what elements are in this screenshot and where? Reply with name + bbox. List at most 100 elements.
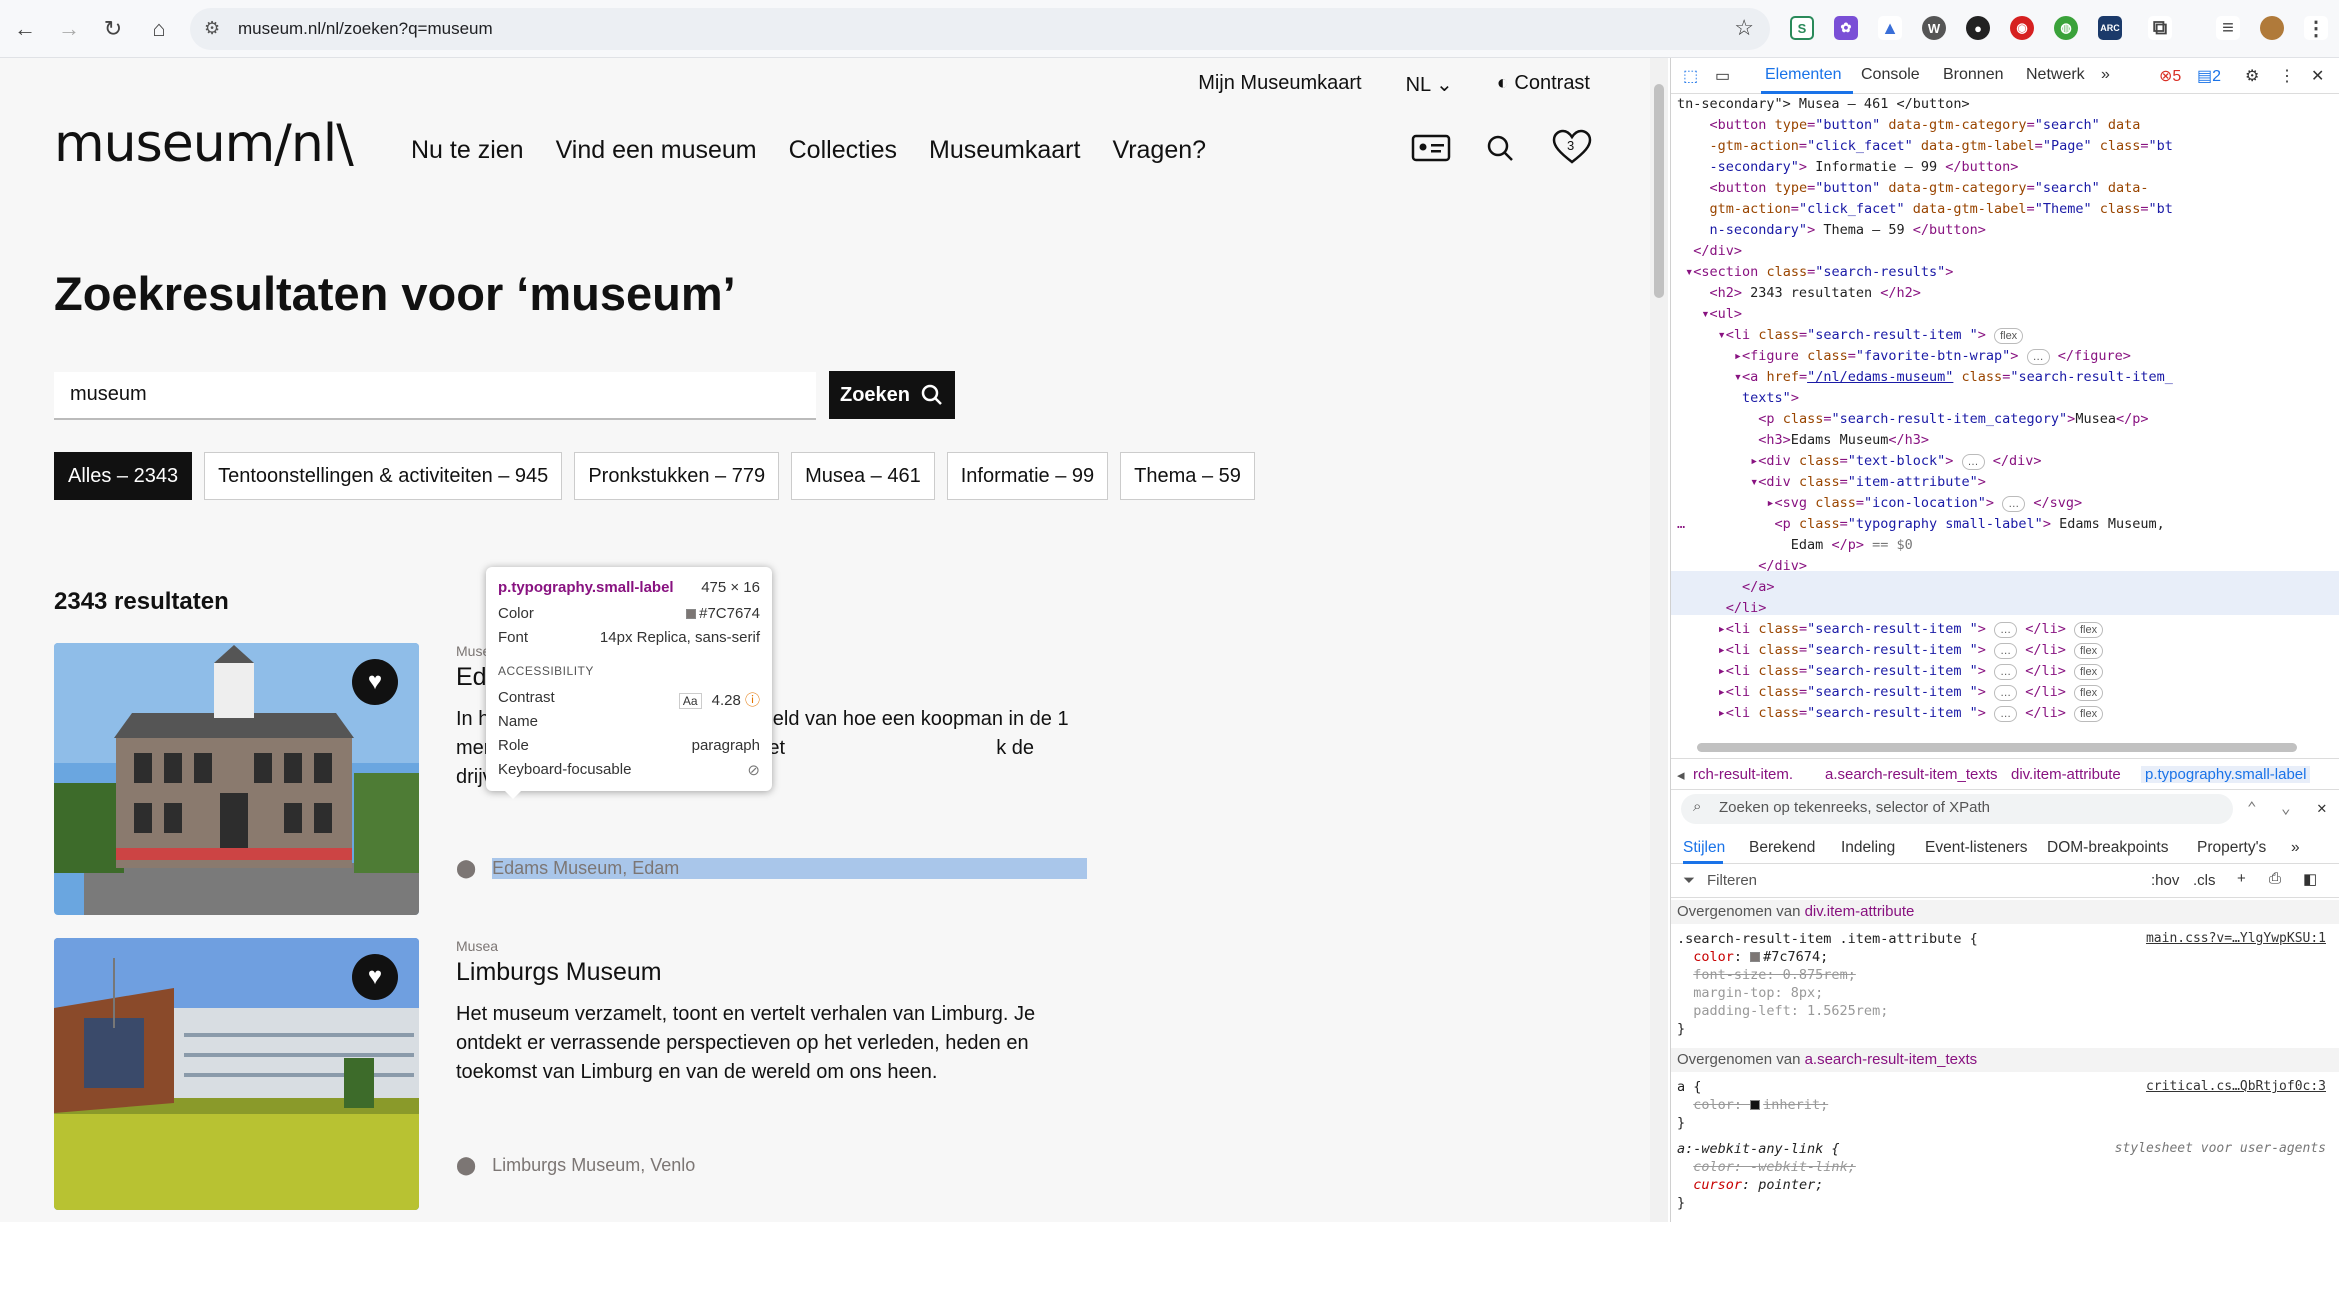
- site-logo[interactable]: museum/nl\: [54, 114, 354, 174]
- css-declaration[interactable]: color: -webkit-link;: [1677, 1158, 1856, 1176]
- dom-line[interactable]: ▸<figure class="favorite-btn-wrap"> … </…: [1677, 346, 2131, 368]
- dom-line[interactable]: </div>: [1677, 556, 1807, 578]
- dom-line[interactable]: <button type="button" data-gtm-category=…: [1677, 115, 2141, 137]
- extension-s-icon[interactable]: S: [1790, 16, 1814, 40]
- css-declaration[interactable]: font-size: 0.875rem;: [1677, 966, 1856, 984]
- subtab-stijlen[interactable]: Stijlen: [1683, 839, 1725, 857]
- facet-pronkstukken[interactable]: Pronkstukken – 779: [574, 452, 780, 500]
- dom-line[interactable]: </div>: [1677, 241, 1742, 263]
- dom-tree[interactable]: tn-secondary"> Musea – 461 </button> <bu…: [1671, 94, 2339, 794]
- nav-nu-te-zien[interactable]: Nu te zien: [411, 136, 524, 165]
- dom-line[interactable]: </li>: [1677, 598, 1767, 620]
- error-count[interactable]: ⊗5: [2159, 66, 2181, 86]
- more-subtabs-icon[interactable]: »: [2291, 839, 2300, 857]
- class-toggle[interactable]: .cls: [2193, 872, 2216, 889]
- favorites-button[interactable]: 3: [1551, 128, 1593, 166]
- dom-line[interactable]: ▸<li class="search-result-item "> … </li…: [1677, 703, 2104, 725]
- dom-line[interactable]: ▸<li class="search-result-item "> … </li…: [1677, 682, 2104, 704]
- extension-chrome-icon[interactable]: ◍: [2054, 16, 2078, 40]
- page-scrollbar-thumb[interactable]: [1654, 84, 1664, 298]
- search-input[interactable]: museum: [54, 372, 816, 420]
- profile-avatar[interactable]: [2260, 16, 2284, 40]
- facet-informatie[interactable]: Informatie – 99: [946, 452, 1109, 500]
- dom-line[interactable]: texts">: [1677, 388, 1799, 410]
- extension-crm-icon[interactable]: ARC: [2098, 16, 2122, 40]
- subtab-properties[interactable]: Property's: [2197, 839, 2266, 857]
- extension-w-icon[interactable]: W: [1922, 16, 1946, 40]
- museumkaart-card-icon[interactable]: [1411, 130, 1451, 166]
- hover-state-toggle[interactable]: :hov: [2151, 872, 2179, 889]
- search-button[interactable]: Zoeken: [829, 371, 955, 419]
- browser-menu-icon[interactable]: ⋮: [2304, 16, 2328, 40]
- css-source-link[interactable]: critical.cs…QbRtjof0c:3: [2146, 1078, 2326, 1096]
- address-bar[interactable]: ⚙ museum.nl/nl/zoeken?q=museum ☆: [190, 8, 1770, 50]
- device-toolbar-icon[interactable]: ▭: [1715, 66, 1730, 86]
- tab-netwerk[interactable]: Netwerk: [2026, 66, 2085, 84]
- search-icon[interactable]: [1481, 130, 1521, 166]
- home-icon[interactable]: ⌂: [144, 14, 174, 44]
- css-declaration[interactable]: margin-top: 8px;: [1677, 984, 1823, 1002]
- inspect-element-icon[interactable]: ⬚: [1683, 66, 1698, 86]
- dom-line[interactable]: ▾<a href="/nl/edams-museum" class="searc…: [1677, 367, 2173, 389]
- search-result-item[interactable]: ♥ Musea Limburgs Museum Het museum verza…: [54, 938, 1104, 1213]
- dom-line[interactable]: ▸<svg class="icon-location"> … </svg>: [1677, 493, 2082, 515]
- breadcrumb-search-result-item[interactable]: rch-result-item.: [1693, 766, 1793, 783]
- dom-line[interactable]: ▸<li class="search-result-item "> … </li…: [1677, 661, 2104, 683]
- dom-line-selected[interactable]: … <p class="typography small-label"> Eda…: [1677, 514, 2165, 536]
- dom-line-selected[interactable]: Edam </p> == $0: [1677, 535, 1913, 557]
- reload-icon[interactable]: ↻: [98, 14, 128, 44]
- dom-line[interactable]: -gtm-action="click_facet" data-gtm-label…: [1677, 136, 2173, 158]
- subtab-berekend[interactable]: Berekend: [1749, 839, 1815, 857]
- tab-search-icon[interactable]: ≡: [2216, 16, 2240, 40]
- dom-line[interactable]: <button type="button" data-gtm-category=…: [1677, 178, 2149, 200]
- css-rule-selector[interactable]: .search-result-item .item-attribute {: [1677, 930, 1978, 948]
- dom-line[interactable]: ▸<li class="search-result-item "> … </li…: [1677, 619, 2104, 641]
- favorite-button[interactable]: ♥: [352, 659, 398, 705]
- dom-line[interactable]: -secondary"> Informatie – 99 </button>: [1677, 157, 2019, 179]
- facet-thema[interactable]: Thema – 59: [1120, 452, 1255, 500]
- nav-vind-een-museum[interactable]: Vind een museum: [556, 136, 757, 165]
- dom-tree-horizontal-scrollbar[interactable]: [1697, 743, 2297, 752]
- dom-line[interactable]: tn-secondary"> Musea – 461 </button>: [1677, 94, 1970, 116]
- facet-musea[interactable]: Musea – 461: [791, 452, 935, 500]
- css-rule-selector[interactable]: a:-webkit-any-link {: [1677, 1140, 1840, 1158]
- forward-icon[interactable]: →: [54, 14, 84, 44]
- dom-line[interactable]: n-secondary"> Thema – 59 </button>: [1677, 220, 1986, 242]
- dom-line[interactable]: ▸<li class="search-result-item "> … </li…: [1677, 640, 2104, 662]
- breadcrumb-scroll-left-icon[interactable]: ◂: [1677, 766, 1685, 784]
- css-source-link[interactable]: main.css?v=…YlgYwpKSU:1: [2146, 930, 2326, 948]
- subtab-indeling[interactable]: Indeling: [1841, 839, 1895, 857]
- extension-gear-icon[interactable]: ✿: [1834, 16, 1858, 40]
- message-count[interactable]: ▤2: [2197, 66, 2221, 86]
- dom-line[interactable]: </a>: [1677, 577, 1775, 599]
- close-devtools-icon[interactable]: ✕: [2311, 66, 2324, 86]
- css-declaration[interactable]: color: #7c7674;: [1677, 948, 1828, 966]
- more-tabs-icon[interactable]: »: [2101, 66, 2110, 84]
- subtab-event-listeners[interactable]: Event-listeners: [1925, 839, 2028, 857]
- breadcrumb-item-attribute[interactable]: div.item-attribute: [2011, 766, 2121, 783]
- facet-alles[interactable]: Alles – 2343: [54, 452, 193, 500]
- extensions-puzzle-icon[interactable]: ⧉: [2148, 16, 2172, 40]
- language-select[interactable]: NL ⌄: [1406, 72, 1453, 97]
- bookmark-star-icon[interactable]: ☆: [1734, 15, 1754, 41]
- dom-line[interactable]: ▾<li class="search-result-item "> flex: [1677, 325, 2024, 347]
- subtab-dom-breakpoints[interactable]: DOM-breakpoints: [2047, 839, 2168, 857]
- search-close-icon[interactable]: ✕: [2317, 798, 2327, 817]
- dom-search-input[interactable]: ⌕ Zoeken op tekenreeks, selector of XPat…: [1681, 794, 2233, 824]
- css-declaration[interactable]: color: inherit;: [1677, 1096, 1828, 1114]
- back-icon[interactable]: ←: [10, 14, 40, 44]
- extension-triangle-icon[interactable]: ▲: [1878, 16, 1902, 40]
- css-rule-selector[interactable]: a {: [1677, 1078, 1701, 1096]
- styles-filter-input[interactable]: Filteren: [1707, 872, 1757, 889]
- css-declaration[interactable]: cursor: pointer;: [1677, 1176, 1823, 1194]
- devtools-menu-icon[interactable]: ⋮: [2279, 66, 2295, 86]
- site-info-icon[interactable]: ⚙: [204, 18, 220, 39]
- inherited-from-item-attribute[interactable]: div.item-attribute: [1805, 903, 1915, 920]
- dom-line[interactable]: <h2> 2343 resultaten </h2>: [1677, 283, 1921, 305]
- dom-line[interactable]: ▸<div class="text-block"> … </div>: [1677, 451, 2041, 473]
- search-next-icon[interactable]: ⌄: [2281, 798, 2291, 817]
- tab-elementen[interactable]: Elementen: [1765, 66, 1842, 84]
- nav-museumkaart[interactable]: Museumkaart: [929, 136, 1080, 165]
- breadcrumb-small-label[interactable]: p.typography.small-label: [2141, 766, 2311, 783]
- tab-console[interactable]: Console: [1861, 66, 1920, 84]
